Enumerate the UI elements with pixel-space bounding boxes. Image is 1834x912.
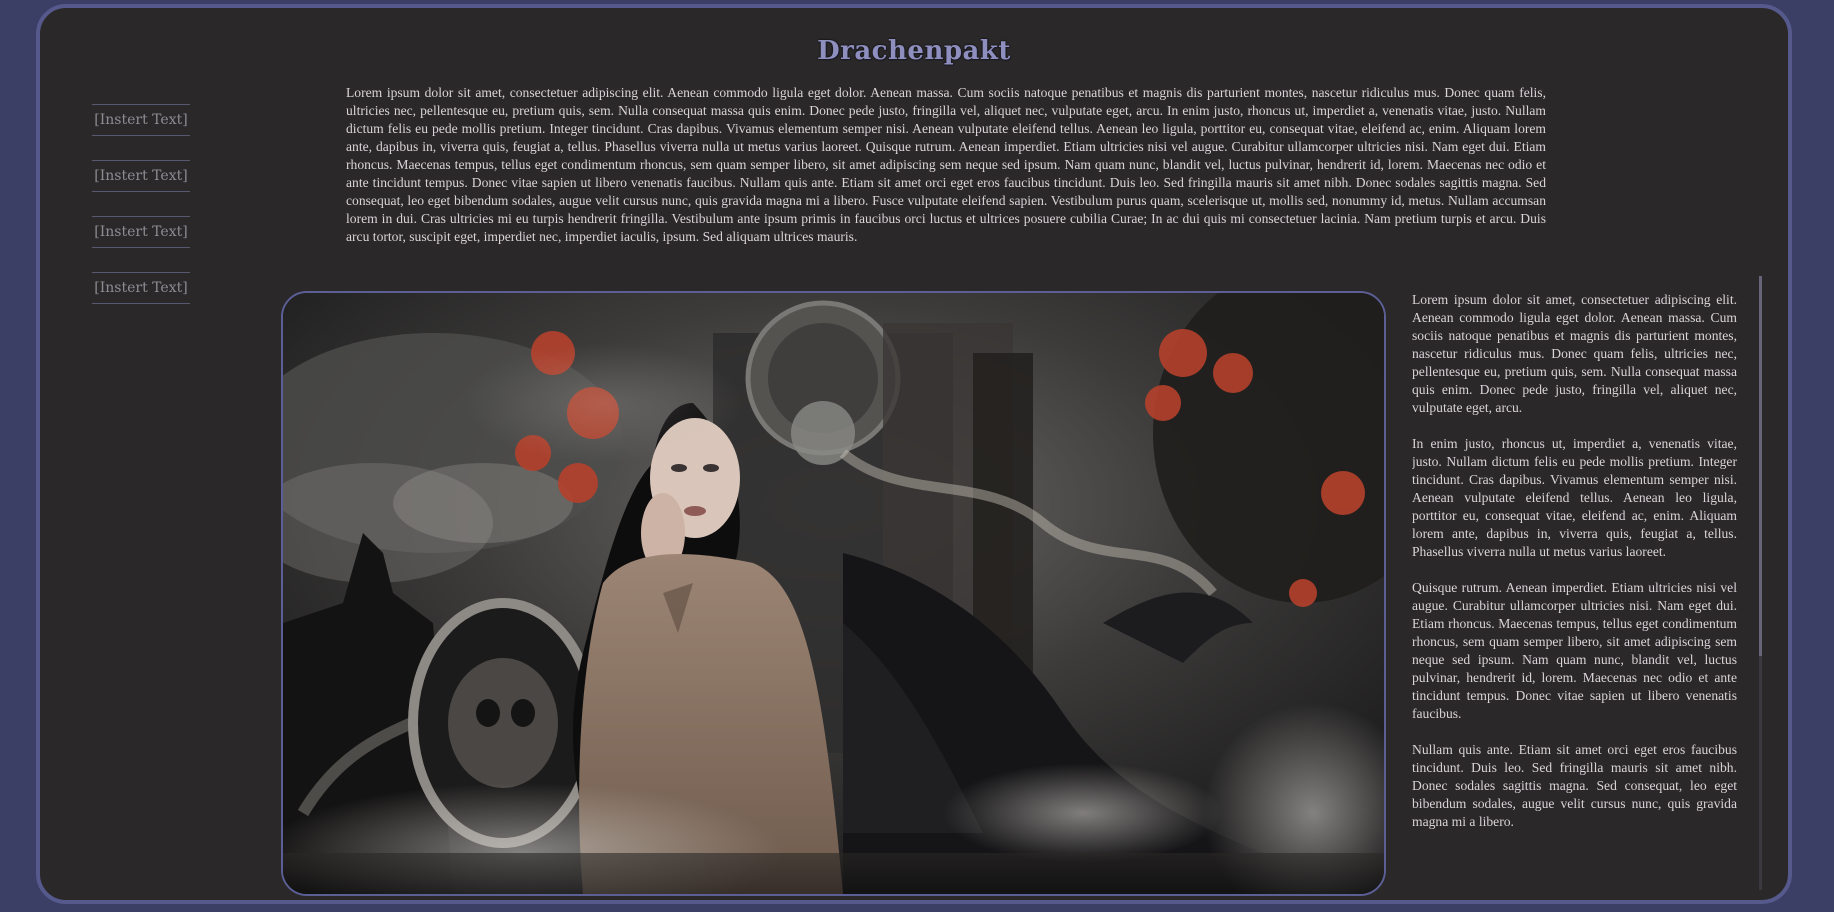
hero-artwork [281,291,1386,896]
side-navigation: [Instert Text] [Instert Text] [Instert T… [92,104,190,328]
sidebar-scrollbar-thumb[interactable] [1759,276,1762,656]
intro-text: Lorem ipsum dolor sit amet, consectetuer… [346,85,1546,244]
nav-link-2[interactable]: [Instert Text] [92,160,190,192]
site-title: Drachenpakt [817,36,1011,66]
sidebar-text: Lorem ipsum dolor sit amet, consectetuer… [1412,291,1737,831]
nav-link-4[interactable]: [Instert Text] [92,272,190,304]
nav-link-3[interactable]: [Instert Text] [92,216,190,248]
sidebar-paragraph-1: Lorem ipsum dolor sit amet, consectetuer… [1412,292,1737,415]
sidebar-paragraph-4: Nullam quis ante. Etiam sit amet orci eg… [1412,742,1737,829]
sidebar-paragraph-3: Quisque rutrum. Aenean imperdiet. Etiam … [1412,580,1737,721]
sidebar-text-panel[interactable]: Lorem ipsum dolor sit amet, consectetuer… [1412,291,1741,891]
nav-link-1[interactable]: [Instert Text] [92,104,190,136]
sidebar-scrollbar[interactable] [1759,276,1762,890]
sidebar-paragraph-2: In enim justo, rhoncus ut, imperdiet a, … [1412,436,1737,559]
hero-artwork-image [283,293,1384,894]
main-panel: Drachenpakt [Instert Text] [Instert Text… [36,4,1792,904]
